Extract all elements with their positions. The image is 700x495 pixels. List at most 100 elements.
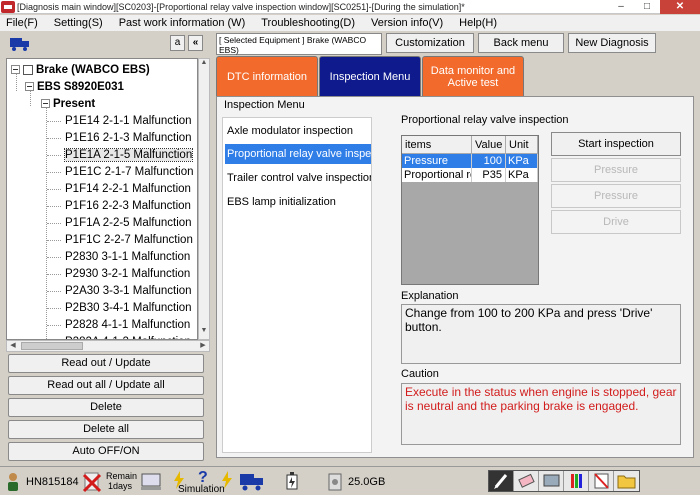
tree-dtc-item[interactable]: P1F16 2-2-3 Malfunction bbox=[65, 198, 191, 215]
inspection-values-grid: items Value Unit Pressure 100 KPa Propor… bbox=[401, 135, 539, 285]
tab-dtc-information[interactable]: DTC information bbox=[216, 56, 318, 97]
truck-icon bbox=[10, 38, 29, 51]
folder-tool-icon[interactable] bbox=[614, 471, 639, 491]
grid-header: items Value Unit bbox=[402, 136, 538, 154]
tree-connector bbox=[47, 240, 61, 241]
lightning-icon bbox=[222, 471, 232, 489]
tree-dtc-item[interactable]: P1E14 2-1-1 Malfunction bbox=[65, 113, 192, 130]
tree-dtc-label: P2A30 3-3-1 Malfunction bbox=[65, 285, 192, 297]
column-header-items: items bbox=[402, 136, 472, 153]
tree-connector bbox=[47, 172, 61, 173]
tree-ecu[interactable]: EBS S8920E031 bbox=[25, 79, 124, 96]
tree-horizontal-scrollbar[interactable]: ◀ ▶ bbox=[6, 340, 210, 352]
delete-button[interactable]: Delete bbox=[8, 398, 204, 417]
tree-dtc-label: P2930 3-2-1 Malfunction bbox=[65, 268, 191, 280]
tree-dtc-item[interactable]: P2830 3-1-1 Malfunction bbox=[65, 249, 190, 266]
inspection-item-ebs-lamp-initialization[interactable]: EBS lamp initialization bbox=[225, 192, 371, 212]
inspection-item-trailer-control-valve[interactable]: Trailer control valve inspection bbox=[225, 168, 371, 188]
menu-setting[interactable]: Setting(S) bbox=[54, 17, 103, 29]
scroll-down-icon[interactable]: ▼ bbox=[199, 327, 209, 339]
tree-connector bbox=[47, 121, 61, 122]
tree-connector bbox=[47, 257, 61, 258]
scroll-up-icon[interactable]: ▲ bbox=[199, 59, 209, 71]
pen-tool-icon[interactable] bbox=[489, 471, 514, 491]
tree-connector bbox=[47, 189, 61, 190]
window-title: [Diagnosis main window][SC0203]-[Proport… bbox=[17, 1, 465, 12]
explanation-label: Explanation bbox=[401, 290, 459, 302]
collapse-panel-button[interactable]: « bbox=[188, 35, 203, 51]
menu-bar: File(F) Setting(S) Past work information… bbox=[0, 15, 700, 31]
tree-dtc-label: P1E16 2-1-3 Malfunction bbox=[65, 132, 192, 144]
tree-dtc-label: P1E1C 2-1-7 Malfunction bbox=[65, 166, 194, 178]
collapse-toggle-icon[interactable] bbox=[25, 82, 34, 92]
inspection-menu-list: Axle modulator inspection Proportional r… bbox=[222, 117, 372, 453]
cell-unit: KPa bbox=[506, 168, 538, 182]
start-inspection-button[interactable]: Start inspection bbox=[551, 132, 681, 156]
tree-dtc-item[interactable]: P1F1C 2-2-7 Malfunction bbox=[65, 232, 193, 249]
read-out-all-update-all-button[interactable]: Read out all / Update all bbox=[8, 376, 204, 395]
simulation-label: Simulation bbox=[178, 484, 225, 495]
tab-data-monitor-active-test[interactable]: Data monitor and Active test bbox=[422, 56, 524, 97]
customization-button[interactable]: Customization bbox=[386, 33, 474, 53]
explanation-text: Change from 100 to 200 KPa and press 'Dr… bbox=[401, 304, 681, 364]
tree-dtc-label: P2830 3-1-1 Malfunction bbox=[65, 251, 191, 263]
pressure-button-1[interactable]: Pressure bbox=[551, 158, 681, 182]
tree-connector bbox=[47, 223, 61, 224]
back-menu-button[interactable]: Back menu bbox=[478, 33, 564, 53]
computer-icon bbox=[141, 473, 161, 490]
collapse-toggle-icon[interactable] bbox=[41, 99, 50, 109]
disk-space: 25.0GB bbox=[348, 476, 386, 488]
delete-all-button[interactable]: Delete all bbox=[8, 420, 204, 439]
cell-item: Proportional relay valve bbox=[404, 168, 472, 182]
read-out-update-button[interactable]: Read out / Update bbox=[8, 354, 204, 373]
tree-dtc-label: P1E14 2-1-1 Malfunction bbox=[65, 115, 192, 127]
tree-connector bbox=[47, 291, 61, 292]
close-button[interactable]: ✕ bbox=[660, 0, 700, 14]
scrollbar-thumb[interactable] bbox=[21, 342, 83, 350]
remain-label: Remain bbox=[106, 471, 138, 481]
auto-off-on-button[interactable]: Auto OFF/ON bbox=[8, 442, 204, 461]
tree-dtc-item[interactable]: P1F1A 2-2-5 Malfunction bbox=[65, 215, 192, 232]
column-header-value: Value bbox=[472, 136, 506, 153]
dtc-tree[interactable]: Brake (WABCO EBS) EBS S8920E031 Present … bbox=[6, 58, 198, 340]
cell-value: 100 bbox=[472, 154, 506, 168]
inspection-item-proportional-relay-valve[interactable]: Proportional relay valve inspection bbox=[225, 144, 371, 164]
selected-equipment-label: [ Selected Equipment ] Brake (WABCO EBS)… bbox=[216, 33, 382, 65]
scroll-left-icon[interactable]: ◀ bbox=[7, 341, 19, 351]
minimize-button[interactable]: – bbox=[608, 0, 634, 14]
maximize-button[interactable]: □ bbox=[634, 0, 660, 14]
tree-root[interactable]: Brake (WABCO EBS) bbox=[11, 62, 150, 79]
tree-dtc-item[interactable]: P1E16 2-1-3 Malfunction bbox=[65, 130, 192, 147]
drive-button[interactable]: Drive bbox=[551, 210, 681, 234]
tree-dtc-item[interactable]: P1E1C 2-1-7 Malfunction bbox=[65, 164, 193, 181]
color-pens-tool-icon[interactable] bbox=[564, 471, 589, 491]
tree-dtc-item[interactable]: P2B30 3-4-1 Malfunction bbox=[65, 300, 192, 317]
table-row[interactable]: Pressure 100 KPa bbox=[402, 154, 538, 168]
screen-tool-icon[interactable] bbox=[539, 471, 564, 491]
menu-help[interactable]: Help(H) bbox=[459, 17, 497, 29]
table-row[interactable]: Proportional relay valve P35 KPa bbox=[402, 168, 538, 182]
font-size-button[interactable]: a bbox=[170, 35, 185, 51]
clear-drawing-tool-icon[interactable] bbox=[589, 471, 614, 491]
tree-root-checkbox[interactable] bbox=[23, 64, 33, 75]
tab-inspection-menu[interactable]: Inspection Menu bbox=[319, 56, 421, 97]
tree-dtc-item[interactable]: P2828 4-1-1 Malfunction bbox=[65, 317, 190, 334]
scroll-right-icon[interactable]: ▶ bbox=[197, 341, 209, 351]
collapse-toggle-icon[interactable] bbox=[11, 65, 20, 75]
menu-file[interactable]: File(F) bbox=[6, 17, 38, 29]
menu-past-work[interactable]: Past work information (W) bbox=[119, 17, 246, 29]
eraser-tool-icon[interactable] bbox=[514, 471, 539, 491]
inspection-item-axle-modulator[interactable]: Axle modulator inspection bbox=[225, 121, 371, 141]
pressure-button-2[interactable]: Pressure bbox=[551, 184, 681, 208]
tree-toolbar: a « bbox=[6, 33, 204, 55]
tree-vertical-scrollbar[interactable]: ▲ ▼ bbox=[198, 58, 210, 340]
tree-dtc-item[interactable]: P1F14 2-2-1 Malfunction bbox=[65, 181, 191, 198]
tree-dtc-item[interactable]: P1E1A 2-1-5 Malfunction bbox=[63, 147, 194, 164]
tree-group-present[interactable]: Present bbox=[41, 96, 95, 113]
new-diagnosis-button[interactable]: New Diagnosis bbox=[568, 33, 656, 53]
menu-version-info[interactable]: Version info(V) bbox=[371, 17, 443, 29]
tree-dtc-item[interactable]: P2A30 3-3-1 Malfunction bbox=[65, 283, 192, 300]
menu-troubleshooting[interactable]: Troubleshooting(D) bbox=[261, 17, 355, 29]
caution-text: Execute in the status when engine is sto… bbox=[401, 383, 681, 445]
tree-dtc-item[interactable]: P2930 3-2-1 Malfunction bbox=[65, 266, 190, 283]
